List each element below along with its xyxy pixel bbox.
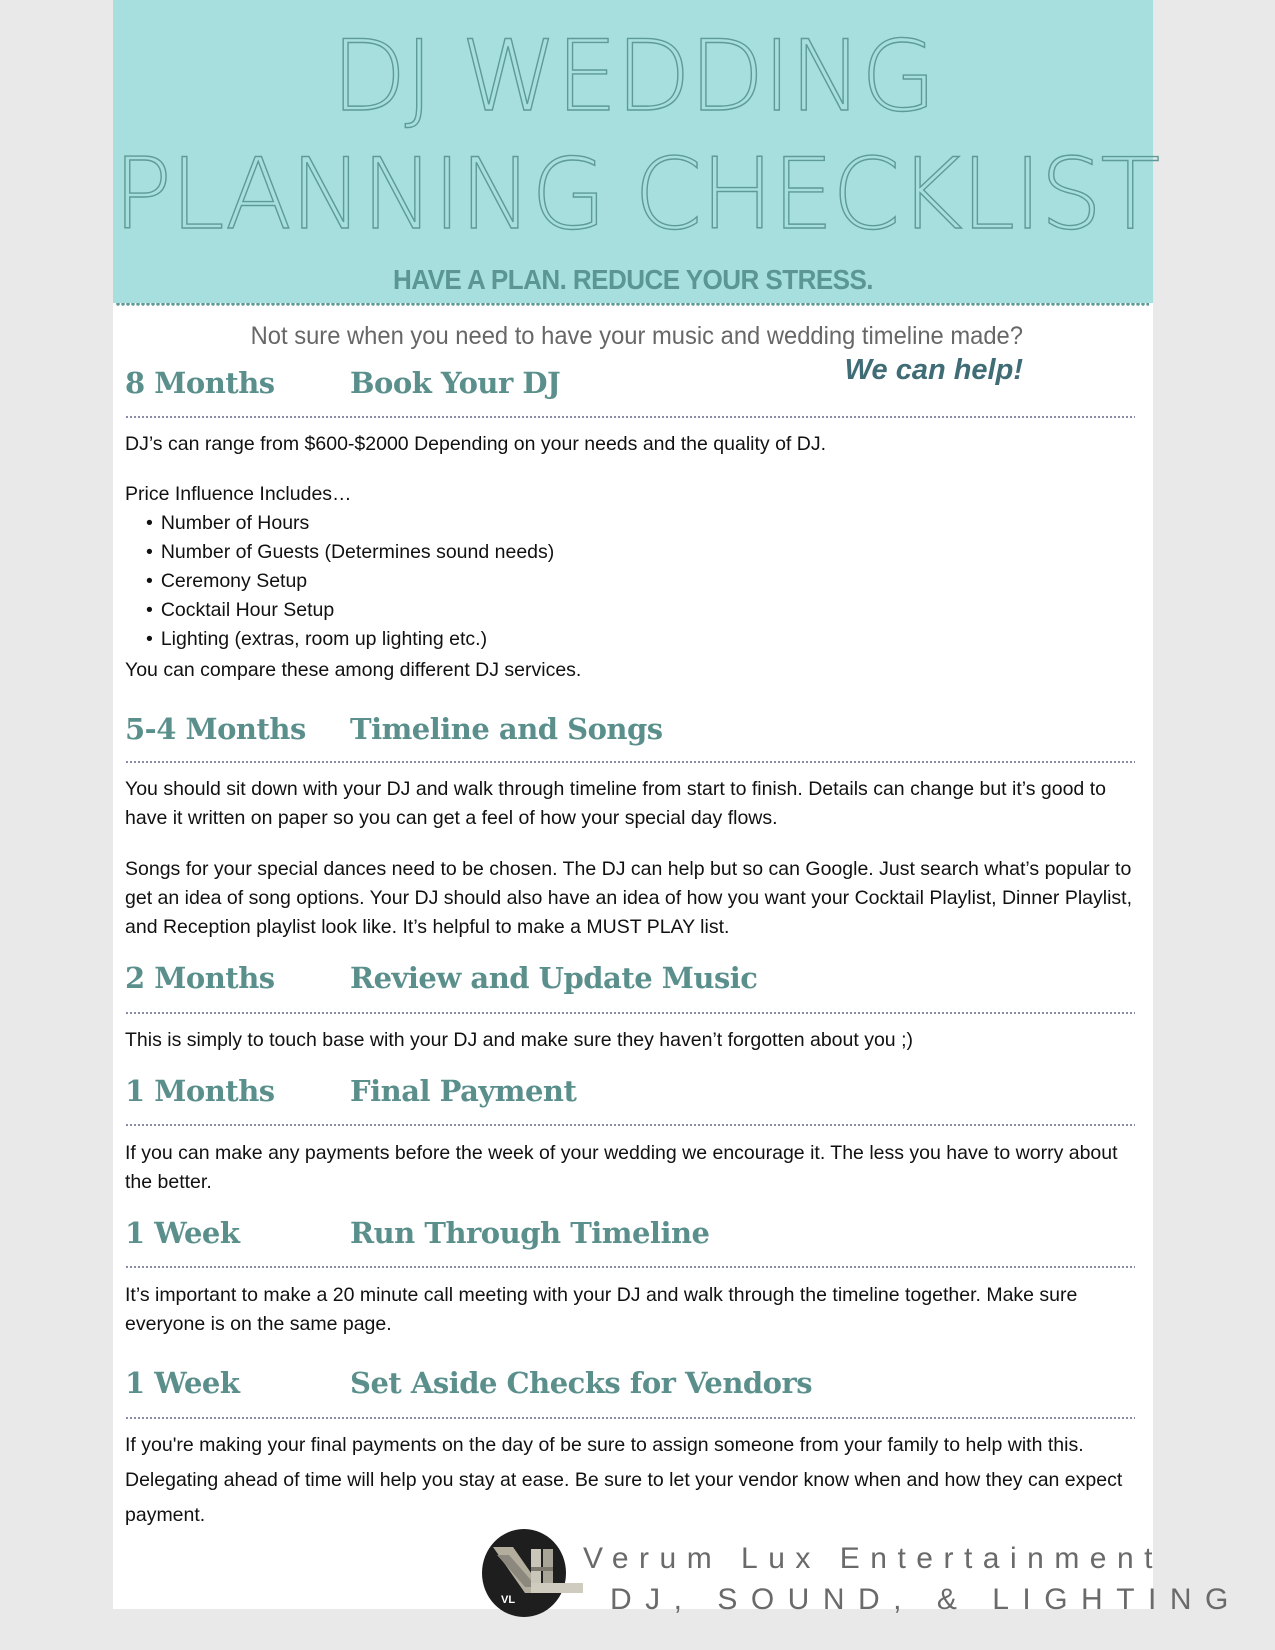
dotted-divider — [125, 1012, 1135, 1014]
header-banner: DJ WEDDING PLANNING CHECKLIST HAVE A PLA… — [112, 0, 1161, 303]
dotted-divider — [125, 416, 1135, 418]
section-paragraph: Songs for your special dances need to be… — [125, 858, 1133, 938]
title-line-2: PLANNING CHECKLIST — [112, 138, 1161, 252]
tagline: HAVE A PLAN. REDUCE YOUR STRESS. — [393, 264, 873, 295]
section-timeframe: 1 Week — [125, 1216, 240, 1250]
section-timeframe: 8 Months — [125, 366, 275, 400]
section-timeframe: 2 Months — [125, 961, 275, 995]
section-title: Final Payment — [350, 1074, 577, 1108]
list-item: Ceremony Setup — [146, 567, 554, 596]
section-paragraph: If you're making your final payments on … — [125, 1434, 1123, 1526]
intro-callout: We can help! — [844, 354, 1023, 386]
list-item: Number of Hours — [146, 509, 554, 538]
price-factors-list: Number of Hours Number of Guests (Determ… — [146, 509, 554, 654]
company-name: Verum Lux Entertainment — [583, 1542, 1164, 1575]
section-title: Set Aside Checks for Vendors — [350, 1366, 813, 1400]
title-line-1: DJ WEDDING — [331, 20, 938, 134]
section-title: Book Your DJ — [350, 366, 561, 400]
dotted-divider — [125, 1417, 1135, 1419]
list-item: Number of Guests (Determines sound needs… — [146, 538, 554, 567]
intro-question: Not sure when you need to have your musi… — [250, 322, 1023, 350]
section-paragraph: You can compare these among different DJ… — [125, 659, 582, 681]
section-title: Timeline and Songs — [350, 712, 663, 746]
checklist-page: DJ WEDDING PLANNING CHECKLIST HAVE A PLA… — [112, 0, 1228, 1617]
svg-text:VL: VL — [501, 1594, 515, 1606]
section-timeframe: 5-4 Months — [125, 712, 306, 746]
company-logo-icon: VL — [482, 1529, 583, 1617]
section-title: Run Through Timeline — [350, 1216, 710, 1250]
wavy-divider — [115, 303, 1149, 309]
section-paragraph: If you can make any payments before the … — [125, 1142, 1118, 1193]
dotted-divider — [125, 761, 1135, 763]
company-services: DJ, SOUND, & LIGHTING — [610, 1583, 1242, 1616]
dotted-divider — [125, 1124, 1135, 1126]
section-title: Review and Update Music — [350, 961, 758, 995]
section-paragraph: DJ’s can range from $600-$2000 Depending… — [125, 433, 827, 455]
section-timeframe: 1 Week — [125, 1366, 240, 1400]
dotted-divider — [125, 1266, 1135, 1268]
section-timeframe: 1 Months — [125, 1074, 275, 1108]
section-paragraph: Price Influence Includes… — [125, 483, 352, 505]
section-paragraph: This is simply to touch base with your D… — [125, 1029, 913, 1051]
section-paragraph: You should sit down with your DJ and wal… — [125, 778, 1106, 829]
list-item: Cocktail Hour Setup — [146, 596, 554, 625]
section-paragraph: It’s important to make a 20 minute call … — [125, 1284, 1078, 1335]
list-item: Lighting (extras, room up lighting etc.) — [146, 625, 554, 654]
